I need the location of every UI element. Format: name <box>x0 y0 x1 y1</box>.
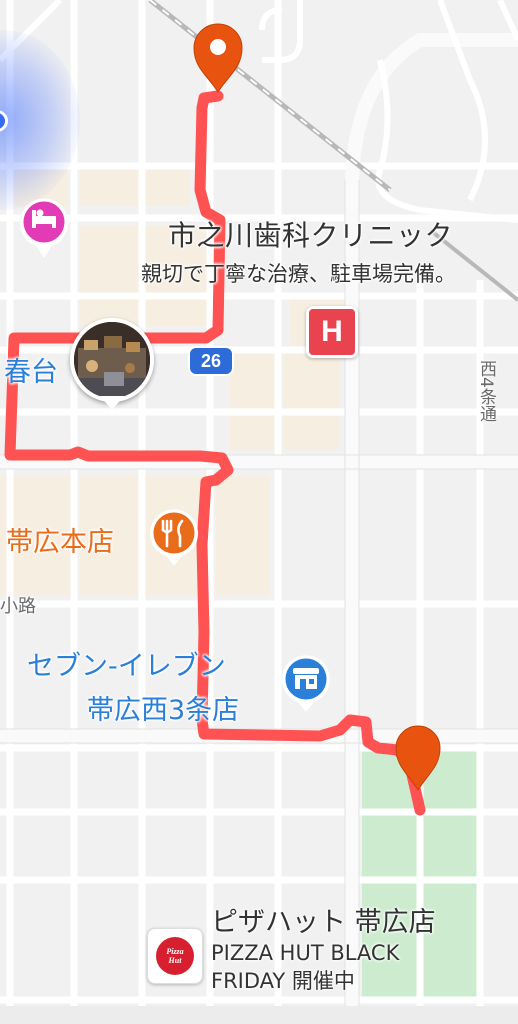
pizza-hut-name[interactable]: ピザハット 帯広店 <box>211 900 451 939</box>
store-marker[interactable] <box>0 0 518 1024</box>
pizza-hut-logo-mark: Pizza Hut <box>156 937 194 975</box>
store-icon <box>293 668 319 689</box>
map-canvas[interactable]: 市之川歯科クリニック 親切で丁寧な治療、駐車場完備。 H 26 春台 西4条通 … <box>0 0 518 1024</box>
pizza-hut-promo: PIZZA HUT BLACK FRIDAY 開催中 <box>211 941 400 993</box>
pizza-hut-label[interactable]: ピザハット 帯広店 PIZZA HUT BLACK FRIDAY 開催中 <box>211 900 451 995</box>
pizza-hut-logo[interactable]: Pizza Hut <box>147 928 203 984</box>
logo-text-1: Pizza <box>166 947 184 956</box>
logo-text-2: Hut <box>168 956 182 965</box>
